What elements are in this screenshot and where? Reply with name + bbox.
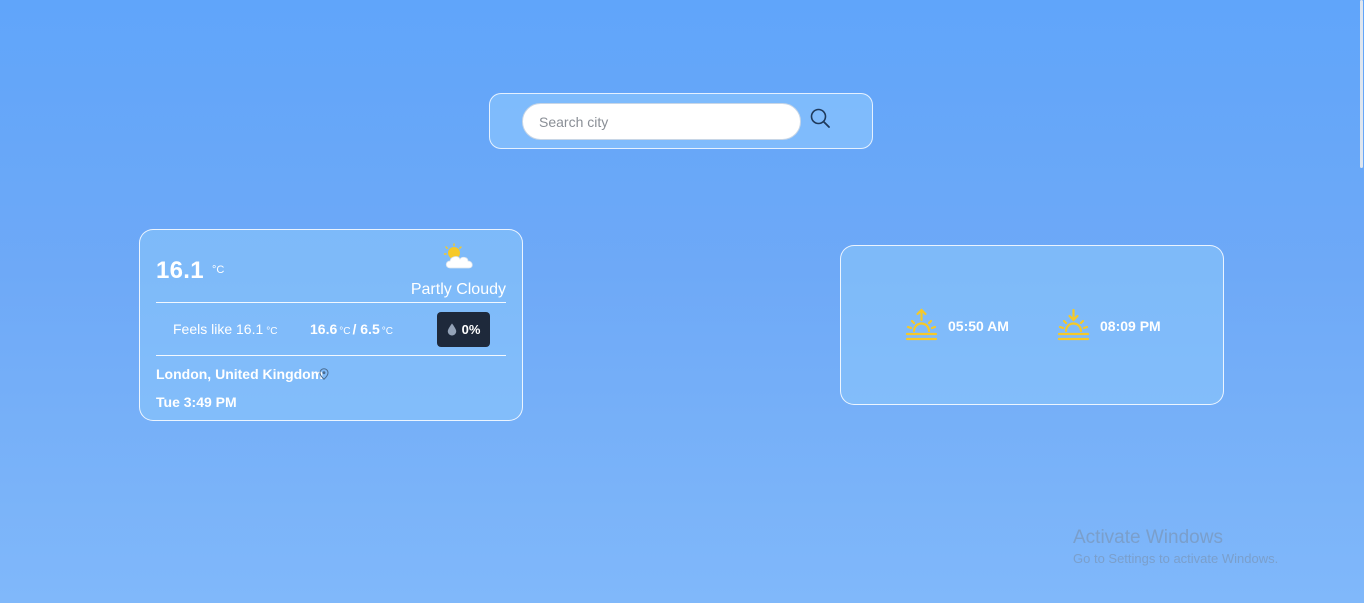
high-low-separator: / — [352, 321, 357, 337]
precipitation-badge: 0% — [437, 312, 490, 347]
low-temp-unit: °C — [381, 326, 393, 337]
feels-like: Feels like 16.1 °C — [173, 321, 278, 337]
search-button[interactable] — [808, 107, 834, 133]
watermark-subtitle: Go to Settings to activate Windows. — [1073, 551, 1279, 566]
activate-windows-watermark: Activate Windows Go to Settings to activ… — [1073, 527, 1278, 566]
low-temp: 6.5 — [360, 321, 380, 337]
search-input[interactable] — [522, 103, 801, 140]
feels-like-unit: °C — [266, 326, 278, 337]
local-datetime: Tue 3:49 PM — [156, 394, 237, 410]
divider — [156, 302, 506, 303]
sunset-item: 08:09 PM — [1057, 308, 1161, 341]
divider — [156, 355, 506, 356]
current-weather-card: 16.1 °C Partly Cloudy Feels like 16.1 °C … — [139, 229, 523, 421]
sun-times-card: 05:50 AM 08:09 PM — [840, 245, 1224, 405]
high-low-temps: 16.6 °C/ 6.5 °C — [310, 321, 395, 337]
sunrise-time: 05:50 AM — [948, 317, 1009, 334]
page-scrollbar[interactable] — [1360, 0, 1364, 603]
partly-cloudy-icon — [443, 243, 473, 269]
sunset-time: 08:09 PM — [1100, 317, 1161, 334]
search-icon — [810, 108, 830, 128]
scrollbar-thumb[interactable] — [1360, 0, 1363, 168]
high-temp: 16.6 — [310, 321, 338, 337]
search-panel — [489, 93, 873, 149]
precipitation-value: 0% — [461, 322, 481, 337]
temperature-value: 16.1 — [156, 257, 204, 284]
sunset-icon — [1057, 308, 1090, 341]
raindrop-icon — [447, 323, 456, 336]
temperature-unit: °C — [212, 264, 225, 276]
condition-text: Partly Cloudy — [410, 281, 506, 298]
sunrise-item: 05:50 AM — [905, 308, 1009, 341]
sunrise-icon — [905, 308, 938, 341]
feels-like-text: Feels like 16.1 — [173, 321, 264, 337]
location-name: London, United Kingdom — [156, 366, 324, 382]
high-temp-unit: °C — [339, 326, 351, 337]
watermark-title: Activate Windows — [1073, 527, 1223, 548]
map-pin-icon — [319, 368, 329, 380]
